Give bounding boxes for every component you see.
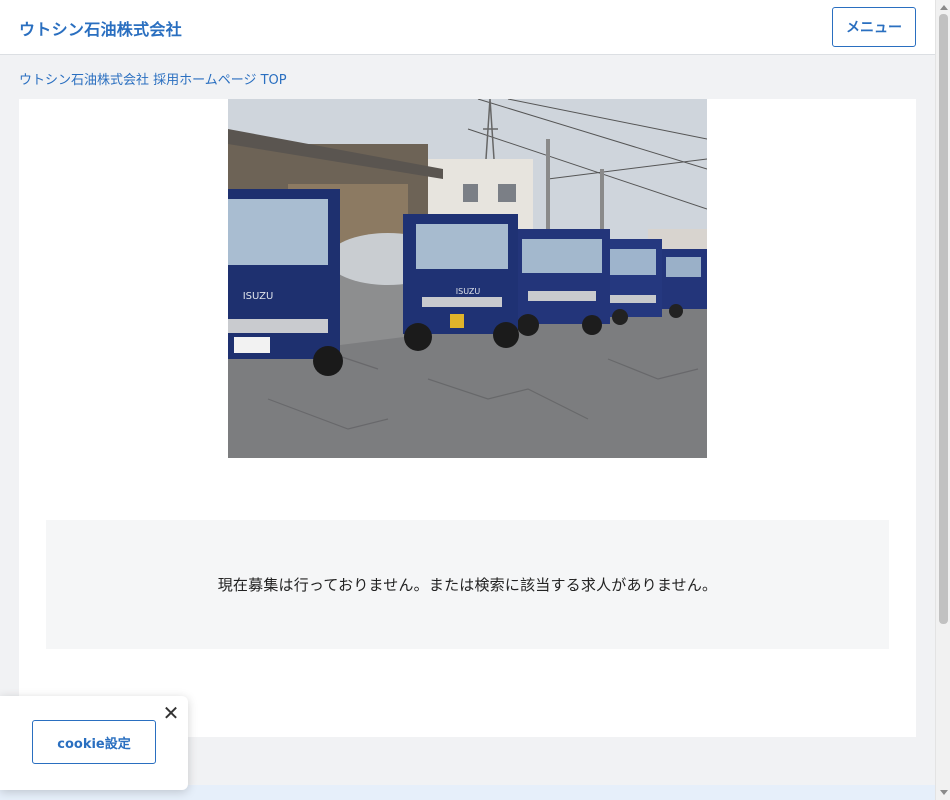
scroll-thumb[interactable]: [939, 14, 948, 624]
menu-button[interactable]: メニュー: [832, 7, 916, 47]
close-icon[interactable]: ✕: [160, 702, 182, 724]
hero-photo: ISUZU ISUZU: [228, 99, 707, 458]
site-header: ウトシン石油株式会社 メニュー: [0, 0, 935, 55]
svg-text:ISUZU: ISUZU: [243, 291, 274, 302]
main-content-card: ISUZU ISUZU 現在募集は行っておりません。または検索に該当する求人があ…: [19, 99, 916, 737]
truck-3: [512, 229, 610, 336]
svg-text:ISUZU: ISUZU: [456, 287, 481, 296]
cookie-popup: ✕ cookie設定: [0, 696, 188, 790]
no-openings-notice: 現在募集は行っておりません。または検索に該当する求人がありません。: [46, 520, 889, 649]
truck-5: [658, 249, 707, 318]
scroll-up-arrow-icon[interactable]: [940, 5, 948, 10]
breadcrumb-top-link[interactable]: ウトシン石油株式会社 採用ホームページ TOP: [19, 69, 287, 88]
truck-yard-illustration: ISUZU ISUZU: [228, 99, 707, 458]
truck-2: ISUZU: [403, 214, 519, 351]
notice-message: 現在募集は行っておりません。または検索に該当する求人がありません。: [217, 576, 718, 594]
cookie-settings-button[interactable]: cookie設定: [32, 720, 156, 764]
truck-1: ISUZU: [228, 189, 343, 376]
scroll-down-arrow-icon[interactable]: [940, 790, 948, 795]
vertical-scrollbar[interactable]: [935, 0, 950, 800]
site-title-link[interactable]: ウトシン石油株式会社: [19, 16, 182, 40]
